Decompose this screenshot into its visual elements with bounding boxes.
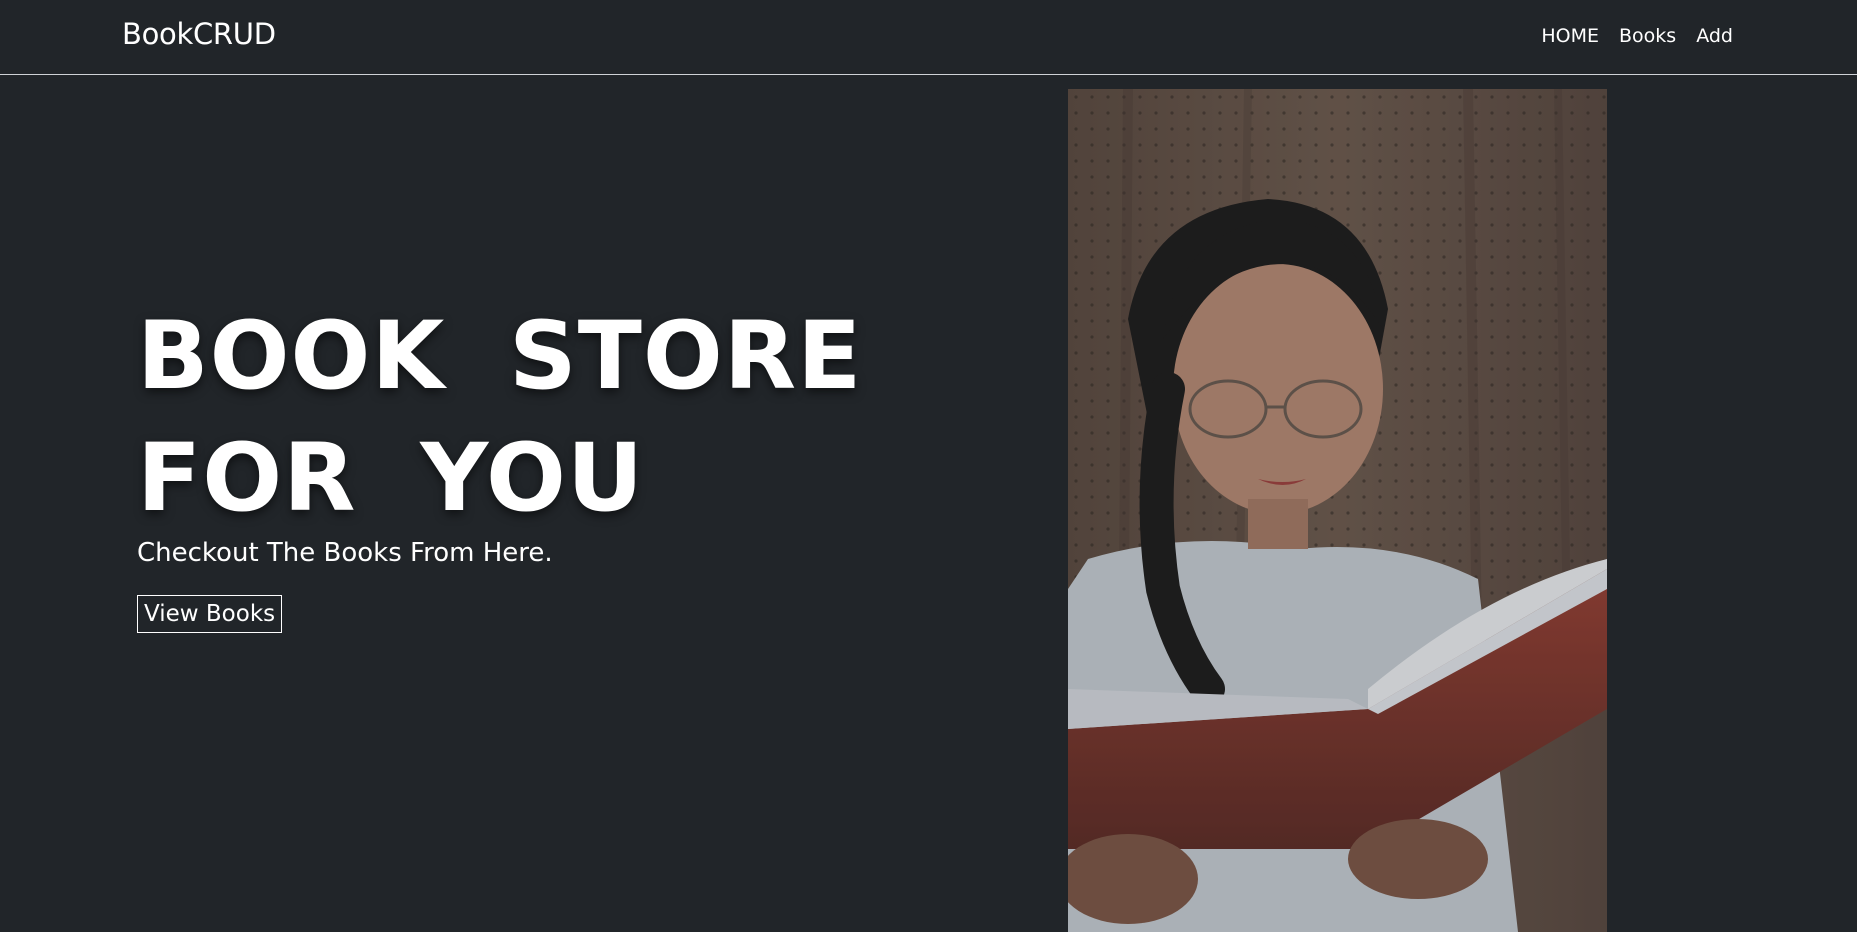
hero-subtitle: Checkout The Books From Here.	[137, 538, 553, 568]
hero-photo	[1068, 89, 1607, 932]
hero-title-line-2: FOR YOU	[137, 424, 645, 533]
hero-title: BOOK STORE FOR YOU	[137, 296, 862, 540]
nav-link-books[interactable]: Books	[1619, 25, 1676, 47]
brand-logo-link[interactable]: BookCRUD	[122, 17, 276, 51]
hero-title-line-1: BOOK STORE	[137, 302, 863, 411]
nav-link-home[interactable]: HOME	[1541, 25, 1599, 47]
reading-girl-illustration	[1068, 89, 1607, 932]
navbar: BookCRUD HOME Books Add	[0, 0, 1857, 75]
nav-link-add[interactable]: Add	[1696, 25, 1733, 47]
nav-links: HOME Books Add	[1541, 25, 1733, 47]
view-books-button[interactable]: View Books	[137, 595, 283, 633]
